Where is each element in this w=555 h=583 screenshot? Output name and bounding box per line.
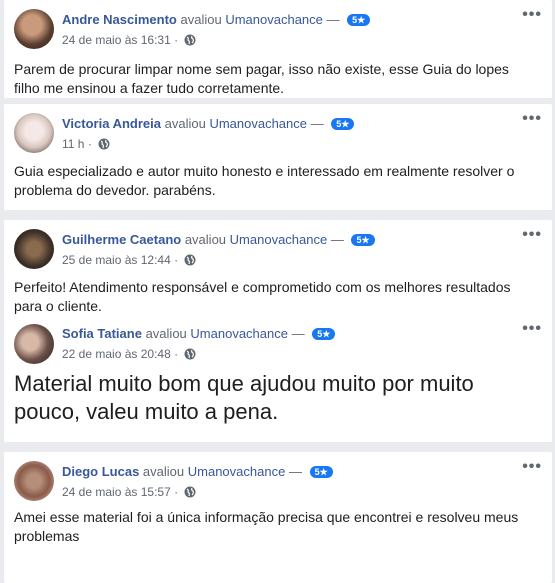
more-options-button[interactable]: ••• <box>522 226 542 244</box>
avatar[interactable] <box>14 229 54 269</box>
meta-separator: · <box>174 347 179 361</box>
more-options-button[interactable]: ••• <box>522 320 542 338</box>
more-options-button[interactable]: ••• <box>522 6 542 24</box>
more-options-button[interactable]: ••• <box>522 110 542 128</box>
globe-icon <box>184 348 196 360</box>
separator: — <box>330 232 344 247</box>
separator: — <box>326 12 340 27</box>
review-header: Andre Nascimento avaliou Umanovachance —… <box>62 12 371 27</box>
rating-badge: 5★ <box>347 14 371 26</box>
review-meta: 11 h · <box>62 137 110 151</box>
review-card: Diego Lucas avaliou Umanovachance — 5★ 2… <box>4 452 552 583</box>
meta-separator: · <box>174 253 179 267</box>
page-name[interactable]: Umanovachance <box>190 326 288 341</box>
avatar[interactable] <box>14 461 54 501</box>
review-header: Victoria Andreia avaliou Umanovachance —… <box>62 116 355 131</box>
globe-icon <box>184 254 196 266</box>
review-text: Perfeito! Atendimento responsável e comp… <box>14 279 511 314</box>
page-name[interactable]: Umanovachance <box>225 12 323 27</box>
author-name[interactable]: Diego Lucas <box>62 464 139 479</box>
rating-badge: 5★ <box>312 328 336 340</box>
review-card: Victoria Andreia avaliou Umanovachance —… <box>4 104 552 210</box>
globe-icon <box>98 138 110 150</box>
avatar[interactable] <box>14 324 54 364</box>
rating-badge: 5★ <box>351 234 375 246</box>
review-header: Guilherme Caetano avaliou Umanovachance … <box>62 232 375 247</box>
page-name[interactable]: Umanovachance <box>209 116 307 131</box>
review-card: Guilherme Caetano avaliou Umanovachance … <box>4 220 552 442</box>
rating-badge: 5★ <box>331 118 355 130</box>
rating-badge: 5★ <box>309 466 333 478</box>
review-card: Andre Nascimento avaliou Umanovachance —… <box>4 0 552 98</box>
review-header: Diego Lucas avaliou Umanovachance — 5★ <box>62 464 333 479</box>
review-text: Parem de procurar limpar nome sem pagar,… <box>14 61 509 96</box>
author-name[interactable]: Guilherme Caetano <box>62 232 181 247</box>
review-verb: avaliou <box>180 12 222 27</box>
review-verb: avaliou <box>164 116 206 131</box>
separator: — <box>288 464 302 479</box>
avatar[interactable] <box>14 9 54 49</box>
globe-icon <box>184 486 196 498</box>
review-verb: avaliou <box>142 464 185 479</box>
avatar[interactable] <box>14 113 54 153</box>
page-name[interactable]: Umanovachance <box>188 464 286 479</box>
review-text: Amei esse material foi a única informaçã… <box>14 509 519 544</box>
meta-separator: · <box>87 137 92 151</box>
review-verb: avaliou <box>184 232 227 247</box>
review-header: Sofia Tatiane avaliou Umanovachance — 5★ <box>62 326 336 341</box>
globe-icon <box>184 34 196 46</box>
separator: — <box>291 326 305 341</box>
timestamp[interactable]: 22 de maio às 20:48 <box>62 347 171 361</box>
review-meta: 24 de maio às 15:57 · <box>62 485 196 499</box>
separator: — <box>310 116 324 131</box>
timestamp[interactable]: 11 h <box>62 137 84 151</box>
review-meta: 24 de maio às 16:31 · <box>62 33 196 47</box>
review-meta: 25 de maio às 12:44 · <box>62 253 196 267</box>
author-name[interactable]: Victoria Andreia <box>62 116 161 131</box>
meta-separator: · <box>174 33 179 47</box>
page-name[interactable]: Umanovachance <box>230 232 328 247</box>
timestamp[interactable]: 25 de maio às 12:44 <box>62 253 171 267</box>
more-options-button[interactable]: ••• <box>522 458 542 476</box>
review-text: Guia especializado e autor muito honesto… <box>14 163 515 198</box>
review-entry: Sofia Tatiane avaliou Umanovachance — 5★… <box>4 318 552 442</box>
meta-separator: · <box>174 485 179 499</box>
author-name[interactable]: Andre Nascimento <box>62 12 177 27</box>
timestamp[interactable]: 24 de maio às 15:57 <box>62 485 171 499</box>
review-text: Material muito bom que ajudou muito por … <box>14 371 474 424</box>
timestamp[interactable]: 24 de maio às 16:31 <box>62 33 171 47</box>
author-name[interactable]: Sofia Tatiane <box>62 326 142 341</box>
review-meta: 22 de maio às 20:48 · <box>62 347 196 361</box>
review-verb: avaliou <box>145 326 187 341</box>
